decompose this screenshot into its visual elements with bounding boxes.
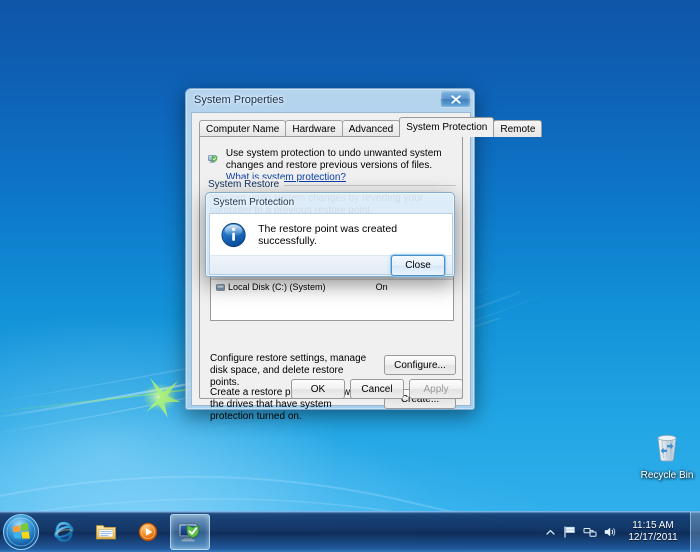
dialog-content: The restore point was created successful… — [209, 213, 453, 255]
tabstrip: Computer Name Hardware Advanced System P… — [199, 117, 543, 137]
taskbar-item-windows-media-player[interactable] — [128, 514, 168, 550]
tab-label: System Protection — [406, 122, 488, 133]
tab-label: Hardware — [292, 123, 336, 135]
taskbar-item-system-properties[interactable] — [170, 514, 210, 550]
show-desktop-button[interactable] — [690, 512, 700, 552]
volume-icon[interactable] — [600, 512, 620, 552]
window-title: System Properties — [194, 94, 284, 106]
dialog-message: The restore point was created successful… — [258, 222, 398, 247]
tab-remote[interactable]: Remote — [493, 120, 543, 137]
tab-label: Advanced — [348, 123, 394, 135]
tab-system-protection[interactable]: System Protection — [399, 117, 495, 137]
dialog-title: System Protection — [213, 197, 295, 208]
action-center-flag-icon[interactable] — [560, 512, 580, 552]
drive-name: Local Disk (C:) (System) — [228, 282, 326, 292]
desktop[interactable]: Recycle Bin System Properties Computer N… — [0, 0, 700, 552]
taskbar-item-internet-explorer[interactable] — [44, 514, 84, 550]
dialog-close-button[interactable]: Close — [391, 254, 445, 276]
media-player-icon — [138, 522, 158, 542]
show-hidden-icons-button[interactable] — [540, 512, 560, 552]
system-tray: 11:15 AM 12/17/2011 — [540, 512, 700, 552]
chevron-up-icon — [545, 529, 555, 535]
cancel-button[interactable]: Cancel — [350, 379, 404, 399]
system-protection-dialog[interactable]: System Protection The restore point was … — [205, 192, 455, 277]
tab-hardware[interactable]: Hardware — [285, 120, 343, 137]
info-icon — [221, 222, 246, 247]
system-restore-group-label: System Restore — [208, 179, 285, 190]
start-orb[interactable] — [2, 513, 40, 551]
system-protection-icon — [208, 155, 218, 163]
apply-button: Apply — [409, 379, 463, 399]
configure-button[interactable]: Configure... — [384, 355, 456, 375]
drive-icon — [216, 283, 225, 291]
taskbar-items — [44, 514, 210, 550]
window-close-button[interactable] — [440, 90, 471, 108]
windows-logo-icon — [3, 514, 39, 550]
ok-button[interactable]: OK — [291, 379, 345, 399]
taskbar-item-windows-explorer[interactable] — [86, 514, 126, 550]
folder-icon — [96, 525, 116, 540]
dialog-titlebar[interactable]: System Protection — [206, 193, 454, 212]
network-icon[interactable] — [580, 512, 600, 552]
tab-label: Remote — [500, 123, 536, 135]
dialog-footer: Close — [209, 254, 453, 276]
internet-explorer-icon — [54, 521, 74, 543]
tab-computer-name[interactable]: Computer Name — [199, 120, 287, 137]
table-row[interactable]: Local Disk (C:) (System) On — [211, 280, 453, 294]
tab-label: Computer Name — [206, 123, 280, 135]
flag-icon — [564, 526, 575, 538]
system-properties-taskbar-icon — [178, 523, 199, 542]
tab-advanced[interactable]: Advanced — [341, 120, 401, 137]
drive-cell: Local Disk (C:) (System) — [211, 282, 371, 292]
clock[interactable]: 11:15 AM 12/17/2011 — [620, 520, 690, 544]
recycle-bin-glyph — [657, 435, 677, 462]
intro-description: Use system protection to undo unwanted s… — [225, 148, 442, 171]
protection-state: On — [375, 282, 388, 292]
clock-time: 11:15 AM — [632, 520, 674, 531]
clock-date: 12/17/2011 — [628, 532, 678, 543]
window-titlebar[interactable]: System Properties — [186, 89, 474, 111]
taskbar[interactable]: 11:15 AM 12/17/2011 — [0, 511, 700, 552]
close-icon — [450, 94, 461, 104]
network-icon-glyph — [583, 528, 597, 537]
dialog-footer-buttons: OK Cancel Apply — [291, 379, 463, 399]
recycle-bin-label: Recycle Bin — [640, 470, 694, 481]
recycle-bin-icon[interactable]: Recycle Bin — [637, 428, 697, 481]
speaker-icon — [604, 527, 616, 537]
